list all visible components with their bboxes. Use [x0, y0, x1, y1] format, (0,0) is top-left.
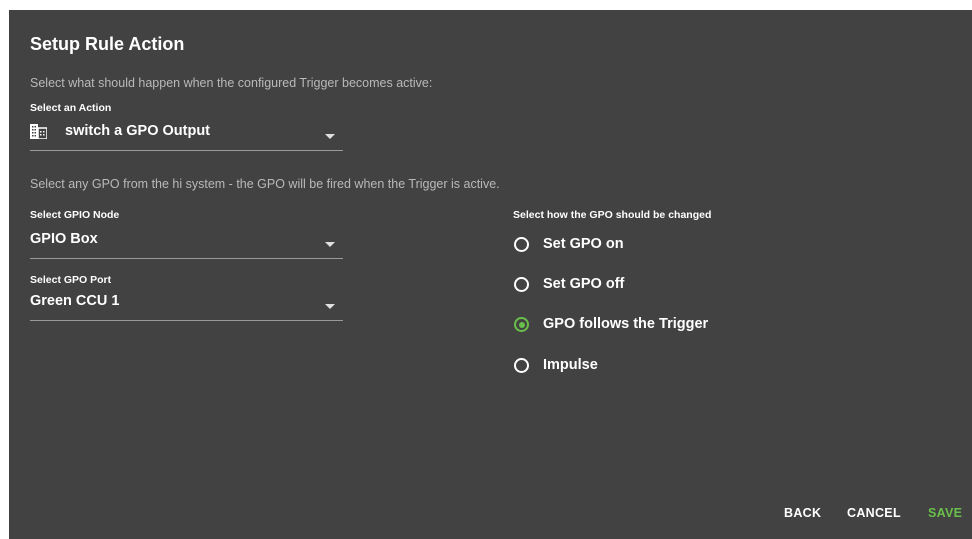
radio-label: Impulse: [543, 357, 598, 373]
change-label: Select how the GPO should be changed: [513, 209, 712, 221]
action-hint: Select what should happen when the confi…: [30, 76, 433, 90]
port-label: Select GPO Port: [30, 274, 112, 286]
dialog-title: Setup Rule Action: [30, 34, 185, 54]
gpio-node-value: GPIO Box: [30, 231, 98, 247]
gpio-node-select[interactable]: GPIO Box: [30, 229, 343, 259]
back-button[interactable]: BACK: [784, 506, 821, 520]
action-select[interactable]: switch a GPO Output: [30, 121, 343, 151]
radio-label: Set GPO on: [543, 236, 624, 252]
chevron-down-icon: [325, 134, 335, 139]
radio-button[interactable]: [514, 237, 529, 252]
radio-button[interactable]: [514, 358, 529, 373]
gpo-port-select[interactable]: Green CCU 1: [30, 291, 343, 321]
action-select-value: switch a GPO Output: [65, 123, 211, 139]
gpo-hint: Select any GPO from the hi system - the …: [30, 177, 500, 191]
action-label: Select an Action: [30, 102, 112, 114]
radio-label: Set GPO off: [543, 276, 625, 292]
gpo-port-value: Green CCU 1: [30, 293, 120, 309]
chevron-down-icon: [325, 242, 335, 247]
node-label: Select GPIO Node: [30, 209, 120, 221]
save-button[interactable]: SAVE: [928, 506, 962, 520]
radio-button[interactable]: [514, 277, 529, 292]
cancel-button[interactable]: CANCEL: [847, 506, 901, 520]
building-icon: [30, 124, 47, 139]
radio-button-checked[interactable]: [514, 317, 529, 332]
radio-label: GPO follows the Trigger: [543, 316, 709, 332]
chevron-down-icon: [325, 304, 335, 309]
setup-rule-action-dialog: Setup Rule Action Select what should hap…: [9, 10, 972, 539]
